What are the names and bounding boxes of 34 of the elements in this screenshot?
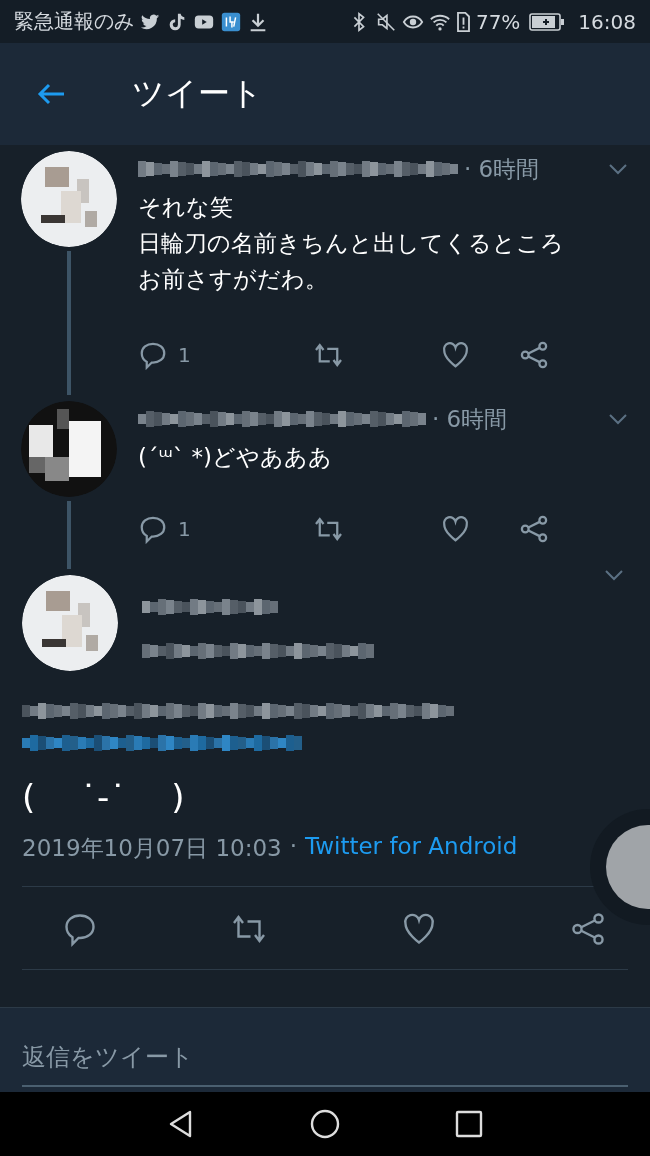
clock-time: 16:08 xyxy=(578,9,636,34)
recents-square-icon[interactable] xyxy=(454,1109,484,1139)
separator-dot: · xyxy=(289,833,297,861)
tweet-text-line: それな笑 xyxy=(138,193,234,222)
app-icon xyxy=(220,10,242,33)
source-link[interactable]: Twitter for Android xyxy=(305,833,518,864)
reply-count: 1 xyxy=(178,517,191,541)
chevron-down-icon[interactable] xyxy=(608,163,628,175)
page-title: ツイート xyxy=(132,73,263,114)
reply-count: 1 xyxy=(178,343,191,367)
reply-field[interactable]: 返信をツイート xyxy=(22,1023,628,1087)
tweet-text: ( ˙-˙ ) xyxy=(22,776,186,819)
chevron-down-icon[interactable] xyxy=(608,413,628,425)
tweet-text-line: お前さすがだわ。 xyxy=(138,265,329,294)
sim-alert-icon xyxy=(455,10,471,33)
chevron-down-icon[interactable] xyxy=(604,569,624,581)
share-icon[interactable] xyxy=(519,514,549,544)
battery-icon xyxy=(529,11,566,32)
reply-icon[interactable] xyxy=(62,911,98,947)
reply-composer[interactable]: 返信をツイート xyxy=(0,1007,650,1092)
share-icon[interactable] xyxy=(519,340,549,370)
home-circle-icon[interactable] xyxy=(310,1109,340,1139)
tweet-time: · 6時間 xyxy=(432,404,508,434)
mute-icon xyxy=(374,10,397,33)
share-icon[interactable] xyxy=(570,911,606,947)
tweet-timestamp: 2019年10月07日 10:03 xyxy=(22,834,282,863)
reply-icon[interactable] xyxy=(138,340,168,370)
carrier-text: 緊急通報のみ xyxy=(14,8,134,35)
tweet-time: · 6時間 xyxy=(464,154,540,184)
tweet-text-line: (´ᵚ` *)どやあああ xyxy=(138,443,334,472)
battery-percent: 77% xyxy=(475,9,521,34)
tweet-text-line: 日輪刀の名前きちんと出してくるところ xyxy=(138,229,565,258)
back-arrow-icon[interactable] xyxy=(36,82,66,106)
reply-icon[interactable] xyxy=(138,514,168,544)
